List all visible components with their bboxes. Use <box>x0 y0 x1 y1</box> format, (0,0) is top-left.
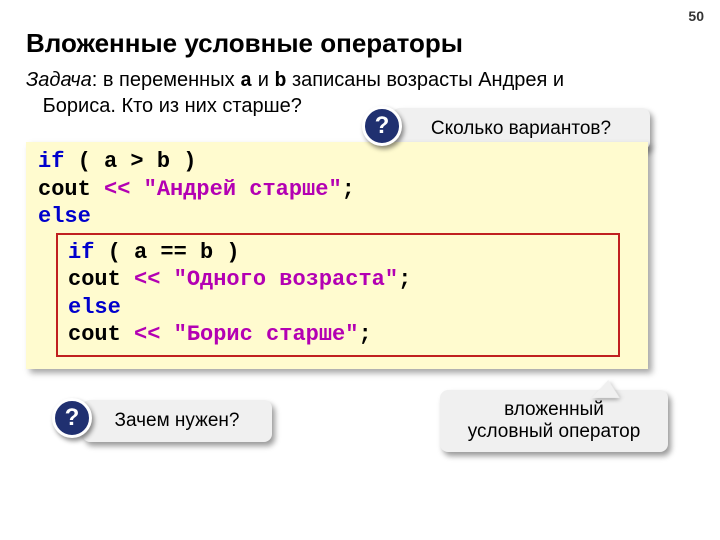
code-line: cout << "Андрей старше"; <box>38 176 636 204</box>
keyword-if: if <box>68 240 94 265</box>
callout-why: Зачем нужен? <box>82 400 272 442</box>
operator: << <box>104 177 130 202</box>
code-line: cout << "Одного возраста"; <box>68 266 608 294</box>
code-line: else <box>68 294 608 322</box>
page-number: 50 <box>688 8 704 24</box>
code-text: ( a > b ) <box>64 149 196 174</box>
keyword-else: else <box>68 295 121 320</box>
code-text: ( a == b ) <box>94 240 239 265</box>
task-var-a: a <box>240 70 252 93</box>
code-text: cout <box>68 267 134 292</box>
code-text: ; <box>342 177 355 202</box>
code-text: cout <box>68 322 134 347</box>
task-line2: Бориса. Кто из них старше? <box>43 95 302 117</box>
task-t2: и <box>252 69 274 91</box>
task-t1: в переменных <box>103 69 240 91</box>
keyword-else: else <box>38 204 91 229</box>
string-literal: "Борис старше" <box>174 322 359 347</box>
operator: << <box>134 322 160 347</box>
question-icon: ? <box>52 398 92 438</box>
code-block-outer: if ( a > b ) cout << "Андрей старше"; el… <box>26 142 648 369</box>
task-sep: : <box>92 69 103 91</box>
operator: << <box>134 267 160 292</box>
code-text <box>130 177 143 202</box>
callout-nested-l1: вложенный <box>504 399 604 420</box>
slide: 50 Вложенные условные операторы Задача: … <box>0 0 720 540</box>
callout-why-text: Зачем нужен? <box>115 410 240 432</box>
task-t3: записаны возрасты Андрея и <box>286 69 564 91</box>
code-text: cout <box>38 177 104 202</box>
code-text <box>160 267 173 292</box>
task-label: Задача <box>26 69 92 91</box>
code-text: ; <box>358 322 371 347</box>
string-literal: "Одного возраста" <box>174 267 398 292</box>
callout-nested: вложенный условный оператор <box>440 390 668 452</box>
callout-nested-l2: условный оператор <box>468 421 641 442</box>
callout-variants-text: Сколько вариантов? <box>431 118 611 140</box>
string-literal: "Андрей старше" <box>144 177 342 202</box>
keyword-if: if <box>38 149 64 174</box>
task-var-b: b <box>274 70 286 93</box>
code-text <box>160 322 173 347</box>
code-line: cout << "Борис старше"; <box>68 321 608 349</box>
question-icon: ? <box>362 106 402 146</box>
code-text: ; <box>398 267 411 292</box>
code-block-inner: if ( a == b ) cout << "Одного возраста";… <box>56 233 620 357</box>
code-line: else <box>38 203 636 231</box>
code-line: if ( a == b ) <box>68 239 608 267</box>
code-line: if ( a > b ) <box>38 148 636 176</box>
page-title: Вложенные условные операторы <box>26 28 463 59</box>
